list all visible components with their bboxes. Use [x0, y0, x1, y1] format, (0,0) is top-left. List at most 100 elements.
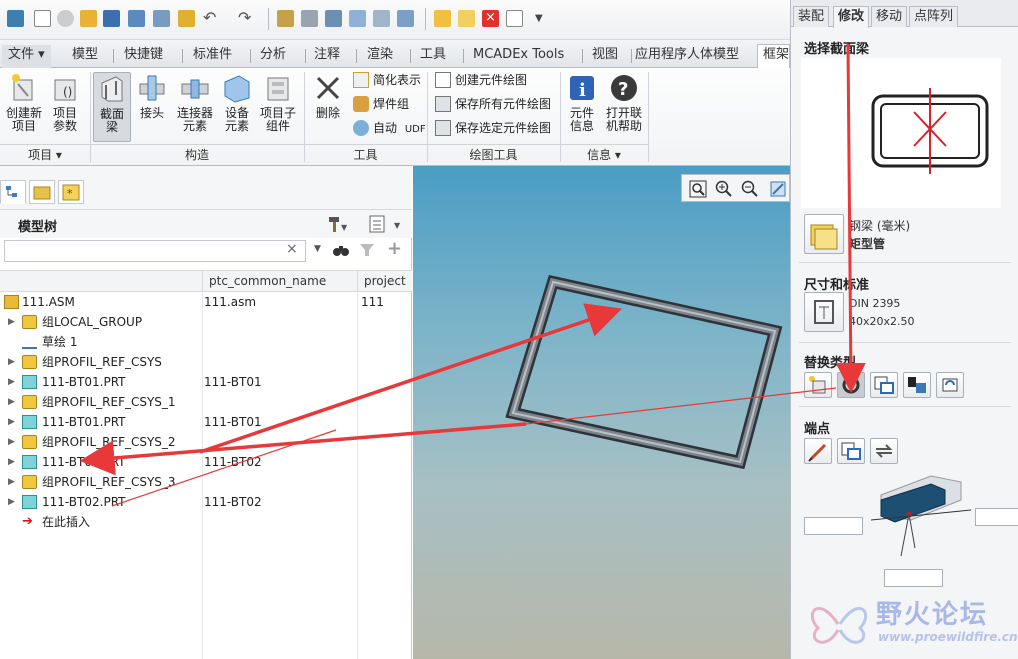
create-new-item-button[interactable]: 创建新 项目 — [3, 72, 45, 142]
expand-toggle-icon[interactable]: ▶ — [8, 492, 18, 512]
tab-shortcuts[interactable]: 快捷键 — [118, 45, 169, 68]
expand-toggle-icon[interactable]: ▶ — [8, 452, 18, 472]
tab-file[interactable]: 文件 ▾ — [2, 45, 51, 68]
panel-tab-point-array[interactable]: 点阵列 — [909, 6, 959, 27]
replace-mirror-button[interactable] — [903, 372, 931, 398]
connector-element-button[interactable]: 连接器 元素 — [174, 72, 216, 142]
expand-toggle-icon[interactable]: ▶ — [8, 472, 18, 492]
undo-icon[interactable]: ↶ — [203, 10, 220, 27]
window-icon[interactable] — [153, 10, 170, 27]
tree-row[interactable]: ▶ 111-BT02.PRT 111-BT02 — [0, 492, 412, 512]
add-column-icon[interactable]: + — [387, 238, 402, 259]
weld-group-button[interactable]: 焊件组 — [353, 94, 409, 114]
endpoint-flip-button[interactable] — [870, 438, 898, 464]
windows-icon[interactable] — [397, 10, 414, 27]
tab-analysis[interactable]: 分析 — [254, 45, 292, 68]
column-header-common-name[interactable]: ptc_common_name — [202, 271, 357, 293]
regenerate-icon[interactable] — [178, 10, 195, 27]
tree-row[interactable]: ▶ 111-BT01.PRT 111-BT01 — [0, 412, 412, 432]
group-info-label[interactable]: 信息 ▾ — [560, 144, 648, 164]
panel-tab-assemble[interactable]: 装配 — [793, 6, 830, 27]
device-element-button[interactable]: 设备 元素 — [220, 72, 254, 142]
search-dropdown-icon[interactable]: ▼ — [314, 244, 321, 254]
tab-view[interactable]: 视图 — [586, 45, 624, 68]
folder-cascade-icon[interactable] — [458, 10, 475, 27]
expand-toggle-icon[interactable]: ▶ — [8, 432, 18, 452]
tree-row[interactable]: ▶ 组PROFIL_REF_CSYS_2 — [0, 432, 412, 452]
close-window-icon[interactable]: × — [482, 10, 499, 27]
disabled-icon[interactable] — [57, 10, 74, 27]
dims-button[interactable] — [804, 292, 844, 332]
tree-row[interactable]: ▶ 组LOCAL_GROUP — [0, 312, 412, 332]
group-item-label[interactable]: 项目 ▾ — [0, 144, 90, 164]
redo-icon[interactable]: ↷ — [238, 10, 255, 27]
tree-row[interactable]: ▶ 组PROFIL_REF_CSYS — [0, 352, 412, 372]
frame-model[interactable] — [413, 166, 790, 659]
tab-annotate[interactable]: 注释 — [308, 45, 346, 68]
tree-row[interactable]: 草绘 1 — [0, 332, 412, 352]
save-all-drawings-button[interactable]: 保存所有元件绘图 — [435, 94, 551, 114]
tree-row[interactable]: 111.ASM 111.asm 111 — [0, 292, 412, 312]
graphics-viewport[interactable] — [413, 166, 790, 659]
tab-human-model[interactable]: 应用程序人体模型 — [629, 45, 745, 68]
replace-copy-button[interactable] — [870, 372, 898, 398]
folder-icon[interactable] — [434, 10, 451, 27]
joint-button[interactable]: 接头 — [135, 72, 169, 142]
app-icon[interactable] — [7, 10, 24, 27]
new-file-icon[interactable] — [34, 10, 51, 27]
expand-toggle-icon[interactable]: ▶ — [8, 392, 18, 412]
repaint-icon[interactable] — [768, 179, 788, 199]
replace-swap-button[interactable] — [936, 372, 964, 398]
panel-tab-move[interactable]: 移动 — [871, 6, 908, 27]
tree-settings-icon[interactable]: ▼ — [326, 214, 352, 234]
endpoint-offset-left-input[interactable] — [804, 517, 863, 535]
section-preview[interactable] — [801, 58, 1001, 208]
endpoint-offset-bottom-input[interactable] — [884, 569, 943, 587]
tab-render[interactable]: 渲染 — [361, 45, 399, 68]
item-params-button[interactable]: () 项目 参数 — [47, 72, 83, 142]
edit-icon[interactable] — [277, 10, 294, 27]
column-header-project[interactable]: project — [357, 271, 412, 293]
tab-tools[interactable]: 工具 — [414, 45, 452, 68]
open-help-button[interactable]: ? 打开联 机帮助 — [603, 72, 645, 142]
tree-row[interactable]: ▶ 组PROFIL_REF_CSYS_1 — [0, 392, 412, 412]
delete-button[interactable]: 删除 — [308, 72, 348, 142]
tree-row[interactable]: ▶ 111-BT02.PRT 111-BT02 — [0, 452, 412, 472]
expand-toggle-icon[interactable]: ▶ — [8, 412, 18, 432]
save-copy-icon[interactable] — [128, 10, 145, 27]
tree-row[interactable]: ▶ 组PROFIL_REF_CSYS_3 — [0, 472, 412, 492]
expand-toggle-icon[interactable]: ▶ — [8, 372, 18, 392]
customize-dropdown-icon[interactable]: ▼ — [535, 10, 552, 27]
search-tool-icon[interactable] — [373, 10, 390, 27]
filter-icon[interactable] — [358, 241, 376, 259]
relations-icon[interactable] — [349, 10, 366, 27]
tree-row[interactable]: ▶ 111-BT01.PRT 111-BT01 — [0, 372, 412, 392]
create-drawing-button[interactable]: 创建元件绘图 — [435, 70, 527, 90]
tab-standard-parts[interactable]: 标准件 — [187, 45, 238, 68]
save-selected-drawings-button[interactable]: 保存选定元件绘图 — [435, 118, 551, 138]
refit-icon[interactable] — [688, 179, 708, 199]
open-folder-icon[interactable] — [80, 10, 97, 27]
params-icon[interactable] — [325, 10, 342, 27]
film-icon[interactable] — [301, 10, 318, 27]
tree-display-options-icon[interactable]: ▼ — [368, 214, 406, 234]
expand-toggle-icon[interactable]: ▶ — [8, 312, 18, 332]
tree-search-input[interactable] — [4, 240, 306, 262]
endpoint-edit-button[interactable] — [804, 438, 832, 464]
find-binoculars-icon[interactable] — [332, 241, 350, 259]
info-doc-icon[interactable] — [506, 10, 523, 27]
component-info-button[interactable]: i 元件 信息 — [564, 72, 600, 142]
simplified-rep-button[interactable]: 简化表示 — [353, 70, 421, 90]
beam-library-button[interactable] — [804, 214, 844, 254]
auto-udf-button[interactable]: 自动 UDF — [353, 118, 426, 138]
section-beam-button[interactable]: 截面 梁 — [93, 72, 131, 142]
clear-search-icon[interactable]: × — [286, 241, 298, 257]
panel-tab-modify[interactable]: 修改 — [833, 6, 870, 28]
zoom-out-icon[interactable] — [740, 179, 760, 199]
tab-framework[interactable]: 框架 — [757, 44, 790, 69]
tab-mcadex-tools[interactable]: MCADEx Tools — [467, 45, 570, 68]
endpoint-copy-button[interactable] — [837, 438, 865, 464]
zoom-in-icon[interactable] — [714, 179, 734, 199]
tree-tab-folder[interactable] — [29, 180, 55, 204]
tree-tab-favorites[interactable]: * — [58, 180, 84, 204]
